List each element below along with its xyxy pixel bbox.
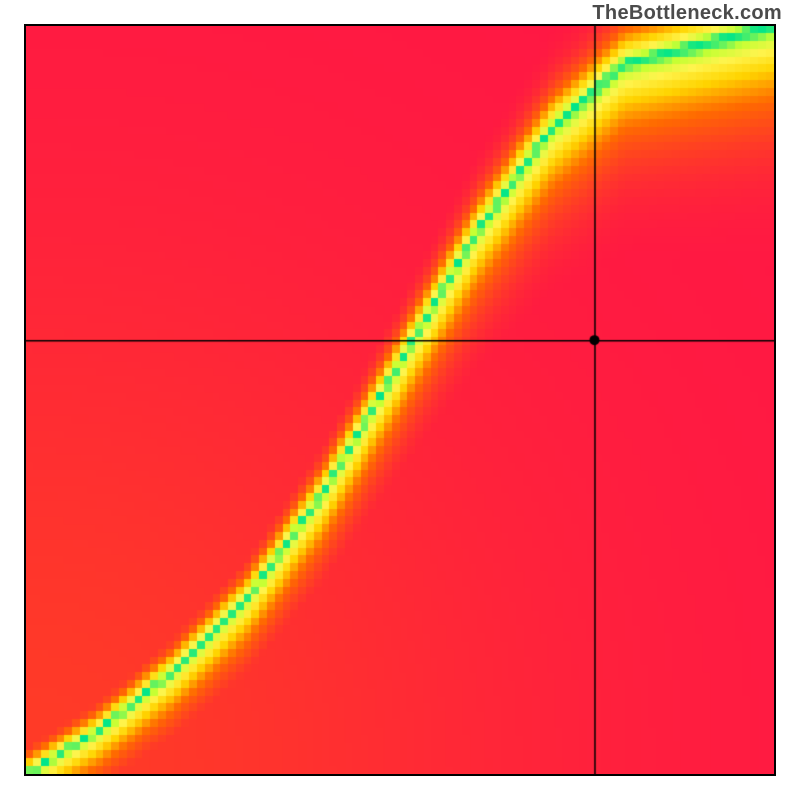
chart-frame: TheBottleneck.com — [0, 0, 800, 800]
attribution-text: TheBottleneck.com — [592, 2, 782, 25]
heatmap-canvas — [26, 26, 774, 774]
